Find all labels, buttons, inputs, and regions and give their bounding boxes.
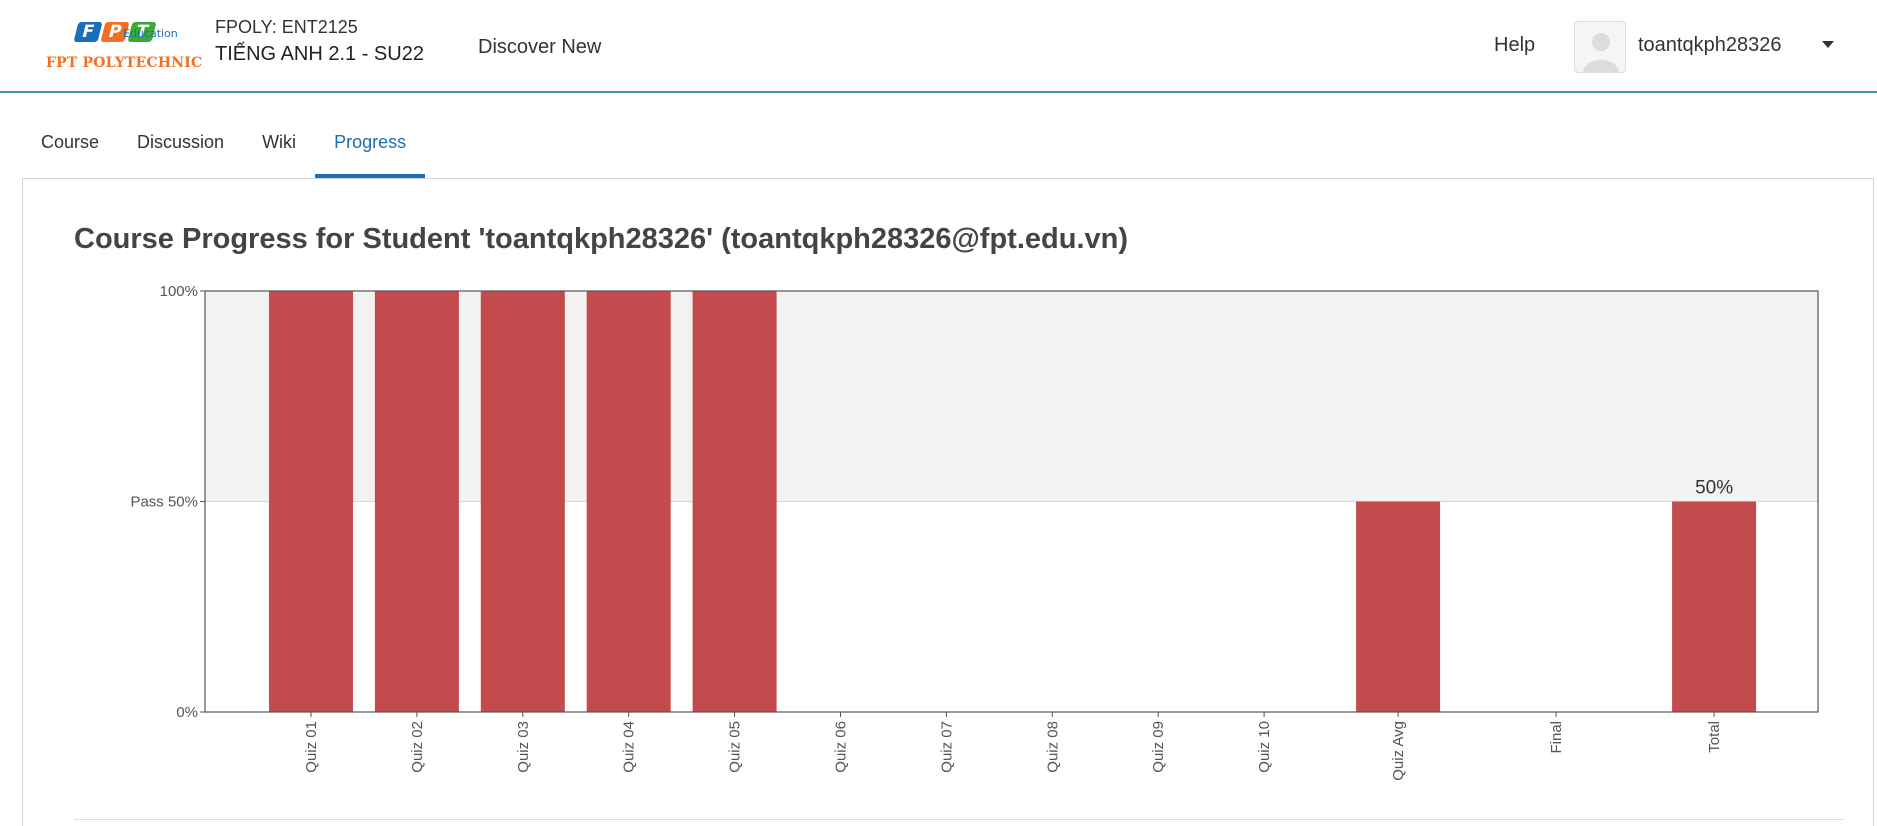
course-name: TIẾNG ANH 2.1 - SU22 <box>215 43 424 65</box>
bar-quiz-01 <box>269 291 353 712</box>
tab-wiki[interactable]: Wiki <box>243 118 315 178</box>
x-tick-label: Quiz 06 <box>833 721 850 773</box>
course-code: FPOLY: ENT2125 <box>215 17 358 37</box>
y-tick-label: 100% <box>160 283 198 300</box>
tab-progress[interactable]: Progress <box>315 118 426 178</box>
page-title: Course Progress for Student 'toantqkph28… <box>74 223 1129 255</box>
bar-quiz-05 <box>692 291 777 712</box>
x-tick-label: Quiz 09 <box>1150 721 1167 773</box>
bar-total <box>1672 501 1757 712</box>
x-tick-label: Quiz 05 <box>727 721 744 773</box>
x-tick-label: Quiz 01 <box>303 721 320 773</box>
x-tick-label: Quiz 07 <box>938 721 955 773</box>
divider <box>74 819 1844 820</box>
caret-down-icon[interactable] <box>1822 41 1834 48</box>
bar-quiz-02 <box>374 291 459 712</box>
username[interactable]: toantqkph28326 <box>1638 34 1781 57</box>
value-label-total: 50% <box>1695 478 1733 499</box>
x-tick-label: Quiz 08 <box>1044 721 1061 773</box>
progress-chart: 0% Pass 50% 100% Quiz 01 Quiz 02 Quiz 03 Quiz … <box>130 283 1819 781</box>
y-tick-label: Pass 50% <box>130 494 198 511</box>
x-tick-label: Quiz Avg <box>1390 721 1407 781</box>
x-tick-label: Total <box>1706 721 1723 753</box>
x-tick-label: Quiz 03 <box>515 721 532 773</box>
x-tick-label: Quiz 02 <box>409 721 426 773</box>
logo-name-text: FPT POLYTECHNIC <box>46 55 203 71</box>
y-tick-label: 0% <box>176 704 198 721</box>
user-menu[interactable]: toantqkph28326 <box>1574 21 1850 73</box>
bar-quiz-04 <box>586 291 671 712</box>
bar-quiz-03 <box>480 291 565 712</box>
help-link[interactable]: Help <box>1494 34 1535 57</box>
x-tick-label: Final <box>1548 721 1565 754</box>
bar-quiz-avg <box>1356 501 1441 712</box>
tab-discussion[interactable]: Discussion <box>118 118 243 178</box>
course-tabs: Course Discussion Wiki Progress <box>22 118 426 178</box>
logo-mark-f: F <box>73 22 103 42</box>
fpt-polytechnic-logo[interactable]: F P T Education FPT POLYTECHNIC <box>46 18 202 74</box>
site-header: F P T Education FPT POLYTECHNIC FPOLY: E… <box>0 0 1877 93</box>
x-tick-label: Quiz 04 <box>621 721 638 773</box>
discover-new-link[interactable]: Discover New <box>478 36 601 59</box>
tab-course[interactable]: Course <box>22 118 118 178</box>
user-avatar-icon <box>1574 21 1626 73</box>
logo-education-text: Education <box>123 27 178 40</box>
x-tick-label: Quiz 10 <box>1256 721 1273 773</box>
